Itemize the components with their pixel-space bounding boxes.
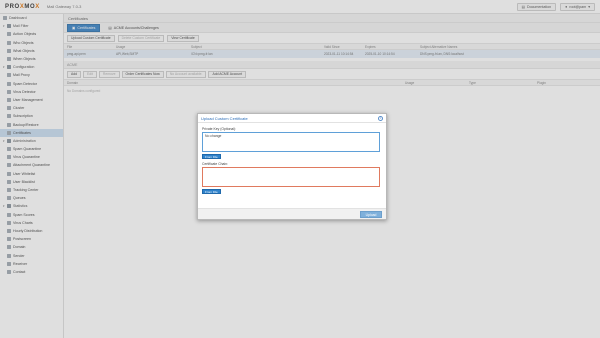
certificate-chain-label: Certificate Chain:	[202, 162, 229, 166]
upload-button[interactable]: Upload	[360, 211, 382, 218]
close-icon[interactable]: ×	[378, 115, 383, 121]
upload-certificate-dialog: Upload Custom Certificate × Private Key …	[197, 113, 387, 220]
private-key-label: Private Key (Optional):	[202, 127, 237, 131]
private-key-from-file-button[interactable]: From File	[202, 154, 221, 159]
dialog-title: Upload Custom Certificate	[201, 115, 248, 121]
dialog-header: Upload Custom Certificate ×	[198, 114, 386, 123]
private-key-field[interactable]: No change	[202, 132, 380, 152]
certificate-from-file-button[interactable]: From File	[202, 189, 221, 194]
certificate-chain-field[interactable]	[202, 167, 380, 187]
dialog-footer: Upload	[198, 208, 386, 219]
